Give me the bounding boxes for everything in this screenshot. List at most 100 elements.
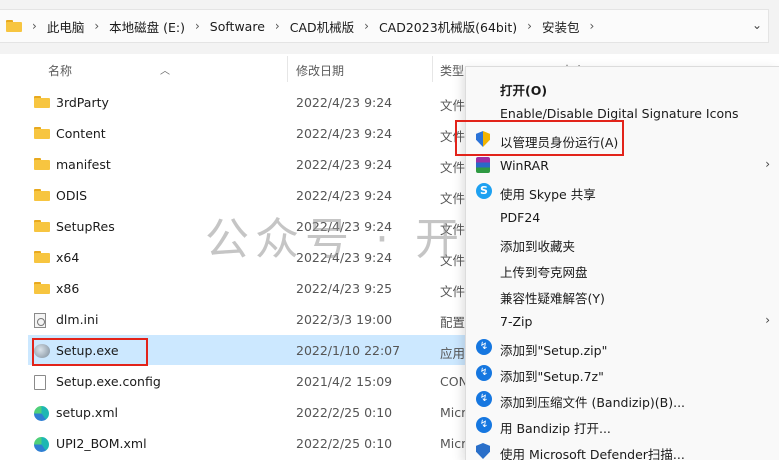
- folder-icon: [34, 127, 50, 139]
- submenu-arrow-icon: ›: [765, 313, 770, 327]
- file-row-upi2-bom-xml[interactable]: UPI2_BOM.xml 2022/2/25 0:10 Micr: [28, 428, 488, 458]
- menu-item-label: WinRAR: [500, 158, 549, 173]
- menu-item-label: 用 Bandizip 打开...: [500, 421, 611, 436]
- highlight-box-setup-exe: [32, 338, 148, 366]
- menu-item-7zip[interactable]: 7-Zip ›: [466, 308, 779, 334]
- file-name: manifest: [56, 157, 111, 172]
- file-name: SetupRes: [56, 219, 115, 234]
- file-row-3rdparty[interactable]: 3rdParty 2022/4/23 9:24 文件: [28, 87, 488, 117]
- file-row-setup-exe-config[interactable]: Setup.exe.config 2021/4/2 15:09 CON: [28, 366, 488, 396]
- file-type: 文件: [440, 284, 466, 299]
- menu-item-skype-share[interactable]: S 使用 Skype 共享: [466, 178, 779, 204]
- menu-item-open-with-bandizip[interactable]: ↯ 用 Bandizip 打开...: [466, 412, 779, 438]
- column-divider[interactable]: [287, 56, 288, 82]
- menu-item-label: 添加到收藏夹: [500, 239, 576, 254]
- file-name: setup.xml: [56, 405, 118, 420]
- bandizip-icon: ↯: [476, 391, 492, 407]
- file-type: CON: [440, 374, 468, 389]
- column-type-header[interactable]: 类型: [440, 62, 464, 79]
- breadcrumb-this-pc[interactable]: 此电脑: [47, 17, 85, 36]
- folder-icon: [34, 189, 50, 201]
- column-name-header[interactable]: 名称: [48, 62, 72, 79]
- folder-icon: [34, 282, 50, 294]
- ini-file-icon: [34, 313, 46, 328]
- file-date: 2022/2/25 0:10: [296, 405, 393, 420]
- menu-item-label: 添加到压缩文件 (Bandizip)(B)...: [500, 395, 686, 410]
- menu-item-add-to-archive-bandizip[interactable]: ↯ 添加到压缩文件 (Bandizip)(B)...: [466, 386, 779, 412]
- edge-icon: [34, 437, 49, 452]
- menu-item-add-to-favorites[interactable]: 添加到收藏夹: [466, 230, 779, 256]
- file-name: x86: [56, 281, 80, 296]
- file-name: ODIS: [56, 188, 88, 203]
- breadcrumb-cad2023[interactable]: CAD2023机械版(64bit): [379, 17, 517, 36]
- file-date: 2022/4/23 9:24: [296, 188, 393, 203]
- chevron-right-icon: ›: [364, 19, 369, 33]
- column-date-header[interactable]: 修改日期: [296, 62, 344, 79]
- menu-item-label: 使用 Microsoft Defender扫描...: [500, 447, 685, 460]
- chevron-right-icon: ›: [274, 19, 280, 33]
- menu-item-label: 上传到夸克网盘: [500, 265, 588, 280]
- file-date: 2022/4/23 9:24: [296, 157, 393, 172]
- file-date: 2022/2/25 0:10: [296, 436, 393, 451]
- file-row-manifest[interactable]: manifest 2022/4/23 9:24 文件: [28, 149, 488, 179]
- file-date: 2021/4/2 15:09: [296, 374, 393, 389]
- file-name: x64: [56, 250, 80, 265]
- chevron-right-icon[interactable]: ›: [589, 19, 594, 33]
- folder-icon: [34, 158, 50, 170]
- menu-item-add-to-setup-zip[interactable]: ↯ 添加到"Setup.zip": [466, 334, 779, 360]
- sort-ascending-icon: ︿: [160, 66, 170, 77]
- file-date: 2022/3/3 19:00: [296, 312, 393, 327]
- breadcrumb-local-disk-e[interactable]: 本地磁盘 (E:): [109, 17, 185, 36]
- menu-item-label: 兼容性疑难解答(Y): [500, 291, 605, 306]
- folder-icon: [34, 220, 50, 232]
- file-type: 应用: [440, 346, 466, 361]
- file-type: 文件: [440, 98, 466, 113]
- breadcrumb-install-package[interactable]: 安装包: [542, 17, 580, 36]
- menu-item-label: PDF24: [500, 210, 541, 225]
- file-date: 2022/4/23 9:24: [296, 95, 393, 110]
- folder-icon: [6, 20, 22, 32]
- breadcrumb-software[interactable]: Software: [210, 19, 265, 34]
- menu-item-label: 打开(O): [500, 83, 548, 98]
- menu-item-add-to-setup-7z[interactable]: ↯ 添加到"Setup.7z": [466, 360, 779, 386]
- file-name: 3rdParty: [56, 95, 109, 110]
- menu-item-compatibility-troubleshoot[interactable]: 兼容性疑难解答(Y): [466, 282, 779, 308]
- menu-item-defender-scan[interactable]: 使用 Microsoft Defender扫描...: [466, 438, 779, 460]
- menu-item-open[interactable]: 打开(O): [466, 74, 779, 100]
- file-icon: [34, 375, 46, 390]
- file-name: Setup.exe.config: [56, 374, 161, 389]
- skype-icon: S: [476, 183, 492, 199]
- folder-icon: [34, 96, 50, 108]
- menu-item-label: Enable/Disable Digital Signature Icons: [500, 106, 739, 121]
- file-date: 2022/1/10 22:07: [296, 343, 401, 358]
- bandizip-icon: ↯: [476, 339, 492, 355]
- file-name: Content: [56, 126, 106, 141]
- file-row-x86[interactable]: x86 2022/4/23 9:25 文件: [28, 273, 488, 303]
- bandizip-icon: ↯: [476, 417, 492, 433]
- menu-item-upload-quark[interactable]: 上传到夸克网盘: [466, 256, 779, 282]
- bandizip-icon: ↯: [476, 365, 492, 381]
- file-row-dlm-ini[interactable]: dlm.ini 2022/3/3 19:00 配置: [28, 304, 488, 334]
- file-type: Micr: [440, 405, 467, 420]
- winrar-icon: [476, 157, 492, 173]
- file-row-content[interactable]: Content 2022/4/23 9:24 文件: [28, 118, 488, 148]
- file-name: UPI2_BOM.xml: [56, 436, 147, 451]
- column-divider[interactable]: [432, 56, 433, 82]
- folder-icon: [34, 251, 50, 263]
- file-type: 文件: [440, 160, 466, 175]
- menu-item-pdf24[interactable]: PDF24: [466, 204, 779, 230]
- chevron-right-icon: ›: [94, 19, 100, 33]
- chevron-right-icon: ›: [194, 19, 200, 33]
- file-name: dlm.ini: [56, 312, 99, 327]
- file-type: Micr: [440, 436, 467, 451]
- highlight-box-run-as-admin: [455, 120, 624, 156]
- breadcrumb[interactable]: › 此电脑 › 本地磁盘 (E:) › Software › CAD机械版 › …: [0, 9, 769, 43]
- menu-item-label: 7-Zip: [500, 314, 533, 329]
- breadcrumb-cad-mechanical[interactable]: CAD机械版: [290, 17, 354, 36]
- menu-item-label: 使用 Skype 共享: [500, 187, 596, 202]
- defender-icon: [476, 443, 492, 459]
- edge-icon: [34, 406, 49, 421]
- address-dropdown-icon[interactable]: ⌄: [752, 18, 762, 32]
- file-row-setup-xml[interactable]: setup.xml 2022/2/25 0:10 Micr: [28, 397, 488, 427]
- address-bar-area: › 此电脑 › 本地磁盘 (E:) › Software › CAD机械版 › …: [0, 0, 779, 54]
